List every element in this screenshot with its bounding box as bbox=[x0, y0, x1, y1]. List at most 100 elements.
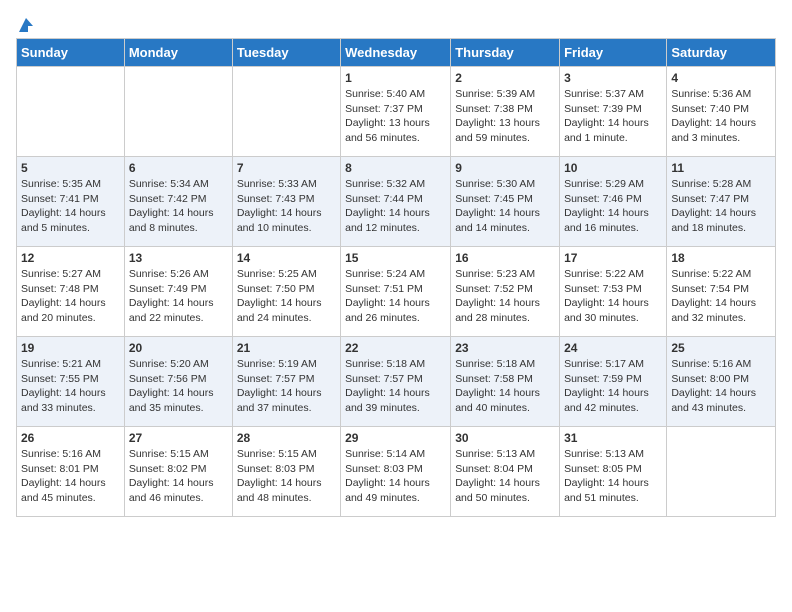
calendar-cell: 14 Sunrise: 5:25 AM Sunset: 7:50 PM Dayli… bbox=[232, 247, 340, 337]
day-info: Sunrise: 5:26 AM Sunset: 7:49 PM Dayligh… bbox=[129, 267, 228, 326]
day-info: Sunrise: 5:36 AM Sunset: 7:40 PM Dayligh… bbox=[671, 87, 771, 146]
day-number: 1 bbox=[345, 71, 446, 85]
calendar-cell bbox=[667, 427, 776, 517]
calendar-cell: 25 Sunrise: 5:16 AM Sunset: 8:00 PM Dayli… bbox=[667, 337, 776, 427]
calendar-cell: 18 Sunrise: 5:22 AM Sunset: 7:54 PM Dayli… bbox=[667, 247, 776, 337]
day-info: Sunrise: 5:25 AM Sunset: 7:50 PM Dayligh… bbox=[237, 267, 336, 326]
day-number: 28 bbox=[237, 431, 336, 445]
day-number: 24 bbox=[564, 341, 662, 355]
day-info: Sunrise: 5:16 AM Sunset: 8:00 PM Dayligh… bbox=[671, 357, 771, 416]
day-number: 31 bbox=[564, 431, 662, 445]
calendar-cell: 28Sunrise: 5:15 AM Sunset: 8:03 PM Dayli… bbox=[232, 427, 340, 517]
calendar-cell: 11 Sunrise: 5:28 AM Sunset: 7:47 PM Dayli… bbox=[667, 157, 776, 247]
day-number: 11 bbox=[671, 161, 771, 175]
day-info: Sunrise: 5:27 AM Sunset: 7:48 PM Dayligh… bbox=[21, 267, 120, 326]
calendar-week-5: 26 Sunrise: 5:16 AM Sunset: 8:01 PM Dayli… bbox=[17, 427, 776, 517]
day-number: 13 bbox=[129, 251, 228, 265]
day-number: 5 bbox=[21, 161, 120, 175]
calendar-week-2: 5 Sunrise: 5:35 AM Sunset: 7:41 PM Daylig… bbox=[17, 157, 776, 247]
day-info: Sunrise: 5:33 AM Sunset: 7:43 PM Dayligh… bbox=[237, 177, 336, 236]
day-info: Sunrise: 5:40 AM Sunset: 7:37 PM Dayligh… bbox=[345, 87, 446, 146]
calendar-cell: 29 Sunrise: 5:14 AM Sunset: 8:03 PM Dayli… bbox=[341, 427, 451, 517]
calendar-cell: 10Sunrise: 5:29 AM Sunset: 7:46 PM Dayli… bbox=[560, 157, 667, 247]
day-number: 29 bbox=[345, 431, 446, 445]
page-header bbox=[16, 16, 776, 30]
calendar-cell: 17 Sunrise: 5:22 AM Sunset: 7:53 PM Dayli… bbox=[560, 247, 667, 337]
day-number: 19 bbox=[21, 341, 120, 355]
day-info: Sunrise: 5:35 AM Sunset: 7:41 PM Dayligh… bbox=[21, 177, 120, 236]
day-info: Sunrise: 5:24 AM Sunset: 7:51 PM Dayligh… bbox=[345, 267, 446, 326]
calendar-cell: 21Sunrise: 5:19 AM Sunset: 7:57 PM Dayli… bbox=[232, 337, 340, 427]
calendar-cell bbox=[17, 67, 125, 157]
day-info: Sunrise: 5:20 AM Sunset: 7:56 PM Dayligh… bbox=[129, 357, 228, 416]
day-number: 16 bbox=[455, 251, 555, 265]
calendar-header-row: SundayMondayTuesdayWednesdayThursdayFrid… bbox=[17, 39, 776, 67]
calendar-cell: 9Sunrise: 5:30 AM Sunset: 7:45 PM Daylig… bbox=[451, 157, 560, 247]
day-number: 23 bbox=[455, 341, 555, 355]
day-info: Sunrise: 5:34 AM Sunset: 7:42 PM Dayligh… bbox=[129, 177, 228, 236]
day-info: Sunrise: 5:14 AM Sunset: 8:03 PM Dayligh… bbox=[345, 447, 446, 506]
calendar-table: SundayMondayTuesdayWednesdayThursdayFrid… bbox=[16, 38, 776, 517]
calendar-cell: 6Sunrise: 5:34 AM Sunset: 7:42 PM Daylig… bbox=[124, 157, 232, 247]
header-thursday: Thursday bbox=[451, 39, 560, 67]
calendar-cell: 13 Sunrise: 5:26 AM Sunset: 7:49 PM Dayli… bbox=[124, 247, 232, 337]
day-info: Sunrise: 5:29 AM Sunset: 7:46 PM Dayligh… bbox=[564, 177, 662, 236]
day-number: 18 bbox=[671, 251, 771, 265]
calendar-cell: 26 Sunrise: 5:16 AM Sunset: 8:01 PM Dayli… bbox=[17, 427, 125, 517]
day-number: 8 bbox=[345, 161, 446, 175]
calendar-cell bbox=[124, 67, 232, 157]
day-info: Sunrise: 5:21 AM Sunset: 7:55 PM Dayligh… bbox=[21, 357, 120, 416]
calendar-cell: 15 Sunrise: 5:24 AM Sunset: 7:51 PM Dayli… bbox=[341, 247, 451, 337]
calendar-cell: 4 Sunrise: 5:36 AM Sunset: 7:40 PM Daylig… bbox=[667, 67, 776, 157]
calendar-cell: 23Sunrise: 5:18 AM Sunset: 7:58 PM Dayli… bbox=[451, 337, 560, 427]
day-number: 14 bbox=[237, 251, 336, 265]
calendar-cell: 19 Sunrise: 5:21 AM Sunset: 7:55 PM Dayli… bbox=[17, 337, 125, 427]
day-number: 20 bbox=[129, 341, 228, 355]
day-info: Sunrise: 5:32 AM Sunset: 7:44 PM Dayligh… bbox=[345, 177, 446, 236]
header-monday: Monday bbox=[124, 39, 232, 67]
header-saturday: Saturday bbox=[667, 39, 776, 67]
calendar-cell: 22 Sunrise: 5:18 AM Sunset: 7:57 PM Dayli… bbox=[341, 337, 451, 427]
day-info: Sunrise: 5:15 AM Sunset: 8:02 PM Dayligh… bbox=[129, 447, 228, 506]
day-number: 4 bbox=[671, 71, 771, 85]
day-number: 22 bbox=[345, 341, 446, 355]
calendar-cell: 27 Sunrise: 5:15 AM Sunset: 8:02 PM Dayli… bbox=[124, 427, 232, 517]
day-number: 26 bbox=[21, 431, 120, 445]
day-number: 25 bbox=[671, 341, 771, 355]
calendar-cell: 2 Sunrise: 5:39 AM Sunset: 7:38 PM Daylig… bbox=[451, 67, 560, 157]
day-number: 27 bbox=[129, 431, 228, 445]
header-wednesday: Wednesday bbox=[341, 39, 451, 67]
day-number: 30 bbox=[455, 431, 555, 445]
header-tuesday: Tuesday bbox=[232, 39, 340, 67]
day-info: Sunrise: 5:13 AM Sunset: 8:04 PM Dayligh… bbox=[455, 447, 555, 506]
day-info: Sunrise: 5:37 AM Sunset: 7:39 PM Dayligh… bbox=[564, 87, 662, 146]
calendar-cell: 31Sunrise: 5:13 AM Sunset: 8:05 PM Dayli… bbox=[560, 427, 667, 517]
day-info: Sunrise: 5:17 AM Sunset: 7:59 PM Dayligh… bbox=[564, 357, 662, 416]
day-info: Sunrise: 5:30 AM Sunset: 7:45 PM Dayligh… bbox=[455, 177, 555, 236]
calendar-cell: 5 Sunrise: 5:35 AM Sunset: 7:41 PM Daylig… bbox=[17, 157, 125, 247]
calendar-cell: 8 Sunrise: 5:32 AM Sunset: 7:44 PM Daylig… bbox=[341, 157, 451, 247]
calendar-cell: 3 Sunrise: 5:37 AM Sunset: 7:39 PM Daylig… bbox=[560, 67, 667, 157]
day-info: Sunrise: 5:16 AM Sunset: 8:01 PM Dayligh… bbox=[21, 447, 120, 506]
calendar-week-3: 12Sunrise: 5:27 AM Sunset: 7:48 PM Dayli… bbox=[17, 247, 776, 337]
day-info: Sunrise: 5:22 AM Sunset: 7:54 PM Dayligh… bbox=[671, 267, 771, 326]
day-info: Sunrise: 5:18 AM Sunset: 7:57 PM Dayligh… bbox=[345, 357, 446, 416]
day-number: 15 bbox=[345, 251, 446, 265]
calendar-cell: 16 Sunrise: 5:23 AM Sunset: 7:52 PM Dayli… bbox=[451, 247, 560, 337]
calendar-cell: 24 Sunrise: 5:17 AM Sunset: 7:59 PM Dayli… bbox=[560, 337, 667, 427]
calendar-cell: 1 Sunrise: 5:40 AM Sunset: 7:37 PM Daylig… bbox=[341, 67, 451, 157]
calendar-cell: 20 Sunrise: 5:20 AM Sunset: 7:56 PM Dayli… bbox=[124, 337, 232, 427]
day-info: Sunrise: 5:28 AM Sunset: 7:47 PM Dayligh… bbox=[671, 177, 771, 236]
calendar-cell: 7Sunrise: 5:33 AM Sunset: 7:43 PM Daylig… bbox=[232, 157, 340, 247]
calendar-week-1: 1 Sunrise: 5:40 AM Sunset: 7:37 PM Daylig… bbox=[17, 67, 776, 157]
day-number: 3 bbox=[564, 71, 662, 85]
day-number: 2 bbox=[455, 71, 555, 85]
calendar-cell: 12Sunrise: 5:27 AM Sunset: 7:48 PM Dayli… bbox=[17, 247, 125, 337]
day-number: 17 bbox=[564, 251, 662, 265]
calendar-week-4: 19 Sunrise: 5:21 AM Sunset: 7:55 PM Dayli… bbox=[17, 337, 776, 427]
day-info: Sunrise: 5:39 AM Sunset: 7:38 PM Dayligh… bbox=[455, 87, 555, 146]
day-info: Sunrise: 5:22 AM Sunset: 7:53 PM Dayligh… bbox=[564, 267, 662, 326]
header-sunday: Sunday bbox=[17, 39, 125, 67]
day-info: Sunrise: 5:23 AM Sunset: 7:52 PM Dayligh… bbox=[455, 267, 555, 326]
day-number: 21 bbox=[237, 341, 336, 355]
